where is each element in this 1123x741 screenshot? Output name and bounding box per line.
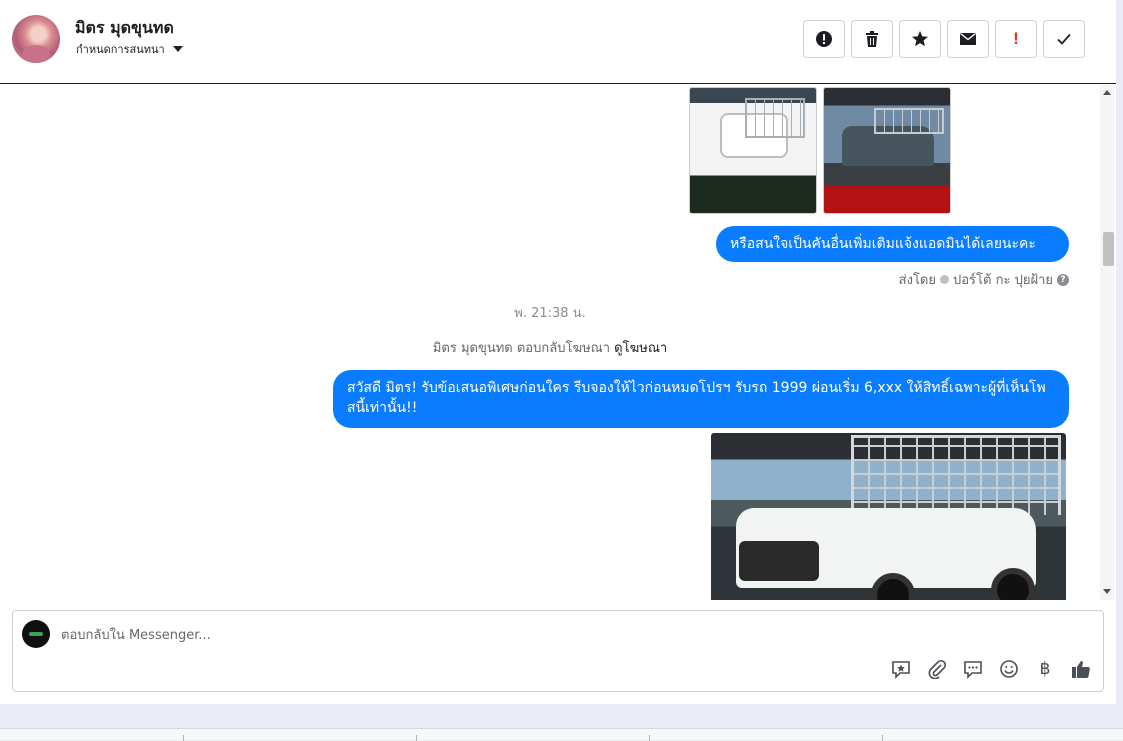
attachment-image-1[interactable] — [689, 87, 817, 214]
reply-input[interactable] — [61, 625, 861, 645]
envelope-icon — [960, 32, 976, 45]
thread-scrollbar[interactable] — [1100, 85, 1115, 600]
header-actions: ! — [803, 20, 1085, 58]
saved-reply-icon — [892, 661, 910, 679]
attachment-icon — [928, 659, 947, 679]
ad-reply-note: มิตร มุดขุนทด ตอบกลับโฆษณา ดูโฆษณา — [0, 337, 1100, 358]
truck-rack-graphic — [851, 435, 1061, 515]
bottom-divider-strip — [0, 728, 1123, 741]
spam-button[interactable] — [803, 20, 845, 58]
alert-icon — [816, 31, 832, 47]
label-dropdown-text: กำหนดการสนทนา — [76, 43, 165, 56]
sent-by-line: ส่งโดย ปอร์โต้ กะ ปุยฝ้าย ? — [899, 269, 1069, 290]
payment-button[interactable]: ฿ — [1033, 657, 1057, 681]
sender-name: ปอร์โต้ กะ ปุยฝ้าย — [953, 273, 1053, 288]
chat-icon — [964, 661, 982, 679]
composer-tools: ฿ — [889, 657, 1093, 681]
message-bubble-outgoing[interactable]: หรือสนใจเป็นคันอื่นเพิ่มเติมแจ้งแอดมินได… — [716, 226, 1069, 262]
message-thread[interactable]: หรือสนใจเป็นคันอื่นเพิ่มเติมแจ้งแอดมินได… — [0, 85, 1116, 600]
like-icon — [1072, 661, 1090, 678]
help-icon[interactable]: ? — [1057, 273, 1069, 286]
exclamation-icon: ! — [1013, 29, 1019, 48]
scroll-thumb[interactable] — [1103, 232, 1114, 266]
contact-avatar[interactable] — [12, 15, 60, 63]
emoji-icon — [1000, 660, 1018, 678]
caret-down-icon — [172, 46, 183, 52]
attachment-image-truck[interactable] — [711, 433, 1066, 600]
trash-icon — [866, 31, 878, 47]
check-icon — [1057, 33, 1071, 45]
baht-icon: ฿ — [1039, 659, 1051, 679]
attachment-image-2[interactable] — [823, 87, 951, 214]
message-timestamp: พ. 21:38 น. — [514, 306, 586, 321]
divider-tick — [649, 735, 650, 741]
verified-icon — [940, 275, 949, 284]
star-button[interactable] — [899, 20, 941, 58]
scroll-up-icon[interactable] — [1103, 90, 1111, 95]
done-button[interactable] — [1043, 20, 1085, 58]
delete-button[interactable] — [851, 20, 893, 58]
conversation-header: มิตร มุดขุนทด กำหนดการสนทนา ! — [0, 0, 1116, 84]
emoji-button[interactable] — [997, 657, 1021, 681]
inbox-conversation-panel: มิตร มุดขุนทด กำหนดการสนทนา ! หรือสนใจเป… — [0, 0, 1116, 704]
ad-reply-text: มิตร มุดขุนทด ตอบกลับโฆษณา — [432, 341, 611, 356]
sent-by-label: ส่งโดย — [898, 273, 936, 288]
like-button[interactable] — [1069, 657, 1093, 681]
follow-up-button[interactable]: ! — [995, 20, 1037, 58]
page-avatar — [22, 620, 50, 648]
saved-reply-button[interactable] — [889, 657, 913, 681]
label-dropdown[interactable]: กำหนดการสนทนา — [76, 40, 183, 58]
view-ad-link[interactable]: ดูโฆษณา — [614, 341, 667, 356]
mark-unread-button[interactable] — [947, 20, 989, 58]
message-bubble-outgoing[interactable]: สวัสดี มิตร! รับข้อเสนอพิเศษก่อนใคร รีบจ… — [333, 370, 1069, 428]
divider-tick — [882, 735, 883, 741]
star-icon — [912, 31, 928, 47]
reply-composer: ฿ — [12, 610, 1104, 692]
chat-button[interactable] — [961, 657, 985, 681]
attach-button[interactable] — [925, 657, 949, 681]
contact-name[interactable]: มิตร มุดขุนทด — [75, 16, 174, 41]
truck-grille-graphic — [739, 541, 819, 581]
scroll-down-icon[interactable] — [1103, 589, 1111, 594]
divider-tick — [416, 735, 417, 741]
divider-tick — [183, 735, 184, 741]
